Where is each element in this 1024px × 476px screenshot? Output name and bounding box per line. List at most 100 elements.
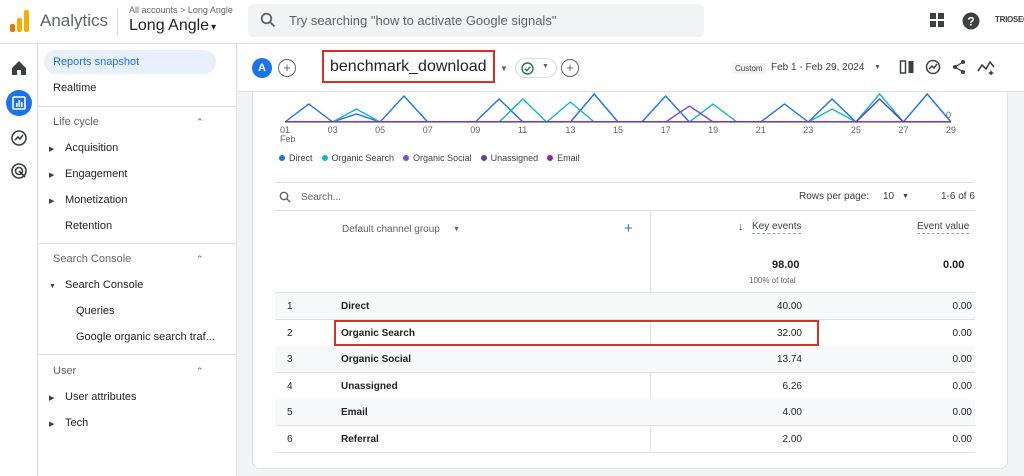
channel-name[interactable]: Unassigned <box>341 381 398 392</box>
line-chart <box>284 92 952 123</box>
property-selector[interactable]: Long Angle ▾ <box>129 17 216 35</box>
channel-name[interactable]: Referral <box>341 434 379 445</box>
x-axis-tick: 27 <box>898 125 909 135</box>
divider <box>275 210 975 211</box>
nav-user-attributes[interactable]: User attributes <box>65 391 137 403</box>
nav-google-organic-search-traffic[interactable]: Google organic search traf... <box>76 331 215 343</box>
caret-down-icon[interactable]: ▼ <box>874 64 881 71</box>
app-name: Analytics <box>40 11 109 30</box>
total-percent-label: 100% of total <box>749 276 796 285</box>
expand-arrow-icon[interactable]: ▶ <box>49 145 54 153</box>
analytics-logo[interactable] <box>10 10 30 32</box>
explore-icon[interactable] <box>9 128 29 148</box>
key-events-header[interactable]: Key events <box>752 221 802 234</box>
channel-name[interactable]: Direct <box>341 301 369 312</box>
y-axis-tick: 0 <box>946 110 952 120</box>
legend-label: Unassigned <box>490 153 539 163</box>
table-row[interactable]: 4 Unassigned 6.26 0.00 <box>275 373 975 400</box>
nav-search-console[interactable]: Search Console <box>65 279 143 291</box>
caret-down-icon[interactable]: ▼ <box>500 64 508 73</box>
nav-retention[interactable]: Retention <box>65 220 112 232</box>
apps-grid-icon[interactable] <box>929 12 945 28</box>
expand-arrow-icon[interactable]: ▶ <box>49 171 54 179</box>
reports-icon[interactable] <box>9 93 29 113</box>
x-axis-tick: 23 <box>803 125 814 135</box>
sort-down-arrow-icon[interactable]: ↓ <box>738 221 744 233</box>
chevron-up-icon[interactable]: ⌃ <box>196 366 204 377</box>
caret-down-icon[interactable]: ▼ <box>902 193 909 200</box>
channel-name[interactable]: Organic Search <box>341 328 415 339</box>
series-line-unassigned <box>285 98 951 123</box>
total-key-events: 98.00 <box>772 259 800 271</box>
nav-engagement[interactable]: Engagement <box>65 168 127 180</box>
share-icon[interactable] <box>951 59 967 75</box>
report-title[interactable]: benchmark_download <box>330 58 487 76</box>
x-axis-tick: 19 <box>708 125 719 135</box>
row-index: 4 <box>287 380 293 392</box>
legend-label: Organic Search <box>331 153 395 163</box>
nav-acquisition[interactable]: Acquisition <box>65 142 118 154</box>
advertising-icon[interactable] <box>9 161 29 181</box>
search-bar[interactable]: Try searching "how to activate Google si… <box>248 4 704 37</box>
date-range[interactable]: Feb 1 - Feb 29, 2024 <box>771 62 864 73</box>
caret-down-icon[interactable]: ▼ <box>453 226 460 233</box>
comparison-avatar[interactable]: A <box>252 58 272 78</box>
section-user[interactable]: User <box>53 365 76 377</box>
legend-item[interactable]: Organic Social <box>403 153 472 163</box>
left-rail <box>0 44 38 476</box>
legend-item[interactable]: Email <box>547 153 580 163</box>
key-events-value: 40.00 <box>776 301 802 312</box>
expand-arrow-icon[interactable]: ▶ <box>49 197 54 205</box>
chevron-up-icon[interactable]: ⌃ <box>196 117 204 128</box>
rows-per-page-select[interactable]: 10 <box>883 191 894 202</box>
search-placeholder: Try searching "how to activate Google si… <box>289 13 557 28</box>
status-filter-chip[interactable]: ▼ <box>515 58 557 78</box>
sparkline-icon[interactable] <box>977 59 995 75</box>
chevron-up-icon[interactable]: ⌃ <box>196 254 204 265</box>
nav-monetization[interactable]: Monetization <box>65 194 127 206</box>
insights-icon[interactable] <box>925 59 941 75</box>
x-axis-tick: 11 <box>517 125 528 135</box>
add-filter-button[interactable]: + <box>561 59 579 77</box>
nav-realtime[interactable]: Realtime <box>53 82 96 94</box>
add-comparison-button[interactable]: + <box>278 59 296 77</box>
legend-item[interactable]: Organic Search <box>321 153 395 163</box>
caret-down-icon: ▾ <box>211 22 217 33</box>
collapse-arrow-icon[interactable]: ▼ <box>49 283 56 290</box>
account-avatar[interactable]: TRIOSEQ <box>995 15 1024 24</box>
section-search-console[interactable]: Search Console <box>53 253 131 265</box>
breadcrumb-account[interactable]: Long Angle <box>188 5 233 15</box>
table-row[interactable]: 2 Organic Search 32.00 0.00 <box>275 320 975 347</box>
legend-dot-icon <box>279 155 285 161</box>
table-search-input[interactable]: Search... <box>301 192 341 203</box>
add-dimension-button[interactable]: + <box>624 220 633 237</box>
breadcrumb-accounts[interactable]: All accounts <box>129 5 178 15</box>
channel-name[interactable]: Email <box>341 407 368 418</box>
section-life-cycle[interactable]: Life cycle <box>53 116 99 128</box>
event-value-value: 0.00 <box>952 380 972 392</box>
breadcrumb[interactable]: All accounts > Long Angle <box>129 5 233 15</box>
help-icon[interactable]: ? <box>962 12 980 30</box>
table-row[interactable]: 6 Referral 2.00 0.00 <box>275 426 975 453</box>
nav-queries[interactable]: Queries <box>76 305 115 317</box>
home-icon[interactable] <box>9 58 29 78</box>
search-icon <box>279 191 291 203</box>
row-index: 2 <box>287 327 293 339</box>
legend-item[interactable]: Unassigned <box>480 153 539 163</box>
series-line-direct <box>284 92 952 123</box>
x-axis-tick: 13 <box>565 125 576 135</box>
expand-arrow-icon[interactable]: ▶ <box>49 420 54 428</box>
table-row[interactable]: 3 Organic Social 13.74 0.00 <box>275 346 975 373</box>
nav-reports-snapshot[interactable]: Reports snapshot <box>44 50 216 74</box>
expand-arrow-icon[interactable]: ▶ <box>49 394 54 402</box>
event-value-header[interactable]: Event value <box>917 221 970 234</box>
table-row[interactable]: 5 Email 4.00 0.00 <box>275 399 975 426</box>
table-row[interactable]: 1 Direct 40.00 0.00 <box>275 293 975 320</box>
dimension-header[interactable]: Default channel group <box>342 224 440 235</box>
channel-name[interactable]: Organic Social <box>341 354 411 365</box>
compare-icon[interactable] <box>899 59 915 75</box>
legend-item[interactable]: Direct <box>279 153 313 163</box>
nav-tech[interactable]: Tech <box>65 417 88 429</box>
key-events-value: 32.00 <box>776 327 802 339</box>
event-value-value: 0.00 <box>952 407 972 418</box>
